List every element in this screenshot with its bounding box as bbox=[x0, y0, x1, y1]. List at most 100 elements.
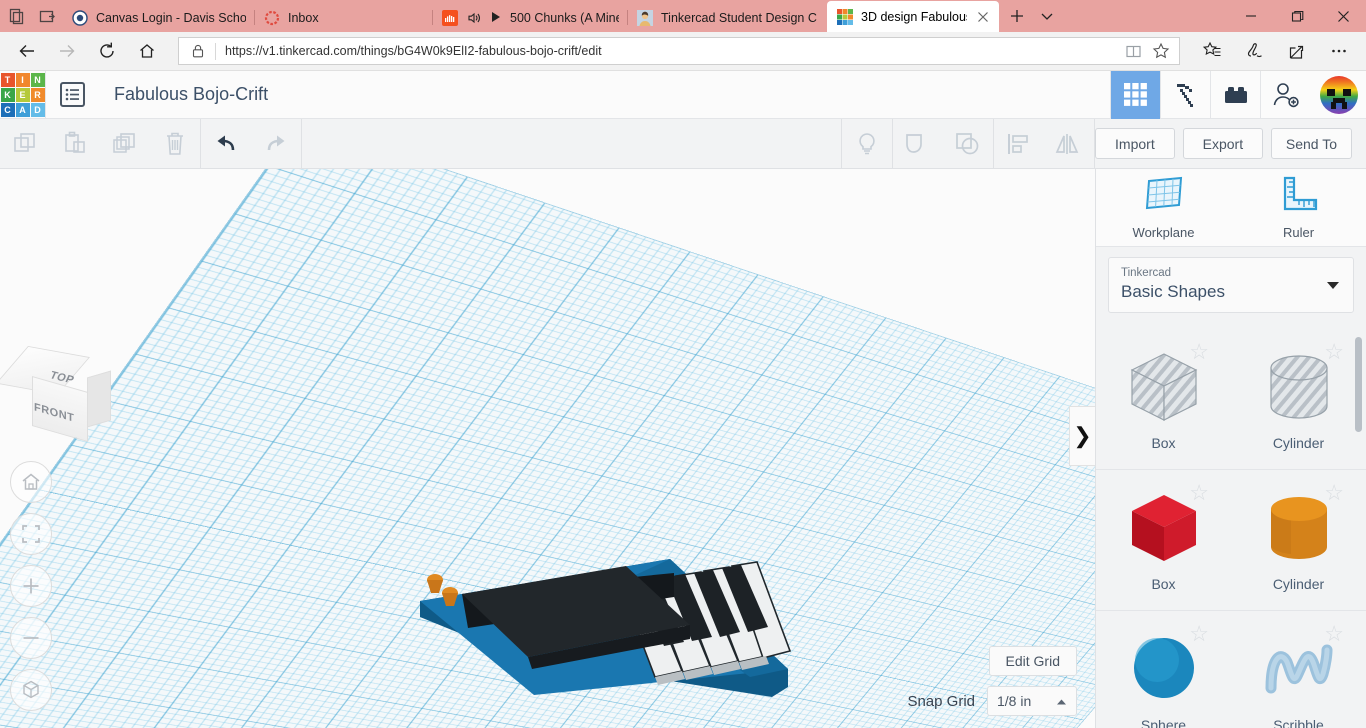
favorite-star-icon[interactable] bbox=[1147, 39, 1175, 63]
shape-grid[interactable]: ☆ Box ☆ Cylinder ☆ Box ☆ Cylinder ☆ Sphe… bbox=[1096, 325, 1366, 728]
favorite-star-icon[interactable]: ☆ bbox=[1324, 622, 1344, 645]
browser-tab-canvas[interactable]: Canvas Login - Davis Schoo bbox=[62, 3, 254, 32]
window-controls bbox=[1228, 0, 1366, 32]
browser-tab-strip[interactable]: Canvas Login - Davis Schoo Inbox 500 Chu… bbox=[62, 0, 999, 32]
favorite-star-icon[interactable]: ☆ bbox=[1324, 481, 1344, 504]
lightbulb-show-all-icon[interactable] bbox=[842, 119, 892, 169]
close-tab-icon[interactable] bbox=[975, 9, 991, 25]
perspective-toggle-icon[interactable] bbox=[10, 669, 52, 711]
ruler-tool[interactable]: Ruler bbox=[1231, 175, 1366, 240]
undo-icon[interactable] bbox=[201, 119, 251, 169]
logo-cell: A bbox=[15, 102, 30, 117]
browser-navigation-bar: https://v1.tinkercad.com/things/bG4W0k9E… bbox=[0, 32, 1366, 71]
favorites-hub-icon[interactable] bbox=[1194, 35, 1232, 67]
shape-item-solid-cylinder[interactable]: ☆ Cylinder bbox=[1231, 470, 1366, 610]
browser-tab-inbox[interactable]: Inbox bbox=[254, 3, 432, 32]
shape-library-select[interactable]: Tinkercad Basic Shapes bbox=[1108, 256, 1354, 313]
browser-tab-soundcloud[interactable]: 500 Chunks (A Minec bbox=[432, 3, 627, 32]
shape-label: Cylinder bbox=[1272, 434, 1325, 451]
favorite-star-icon[interactable]: ☆ bbox=[1189, 622, 1209, 645]
collapse-panel-button[interactable]: ❯ bbox=[1069, 406, 1095, 466]
shape-item-hole-cylinder[interactable]: ☆ Cylinder bbox=[1231, 329, 1366, 469]
group-icon[interactable] bbox=[893, 119, 943, 169]
logo-cell: N bbox=[30, 72, 45, 87]
mirror-flip-icon[interactable] bbox=[1044, 119, 1094, 169]
zoom-out-icon[interactable] bbox=[10, 617, 52, 659]
design-list-menu-button[interactable] bbox=[46, 71, 98, 119]
3d-viewport[interactable]: Workplane bbox=[0, 169, 1095, 728]
page-title[interactable]: Fabulous Bojo-Crift bbox=[114, 84, 268, 105]
shape-row: ☆ Sphere ☆ Scribble bbox=[1096, 611, 1366, 728]
codeblocks-pickaxe-icon[interactable] bbox=[1160, 70, 1210, 119]
viewport-nav-controls bbox=[10, 461, 52, 711]
shape-label: Scribble bbox=[1273, 716, 1324, 728]
url-text: https://v1.tinkercad.com/things/bG4W0k9E… bbox=[225, 44, 602, 58]
browser-tab-tinkercad-design[interactable]: 3D design Fabulous Boj bbox=[827, 1, 999, 32]
set-tabs-aside-icon[interactable] bbox=[39, 8, 56, 25]
user-avatar[interactable] bbox=[1320, 75, 1358, 114]
logo-cell: T bbox=[0, 72, 15, 87]
refresh-icon[interactable] bbox=[88, 35, 126, 67]
more-options-icon[interactable] bbox=[1320, 35, 1358, 67]
close-window-button[interactable] bbox=[1320, 0, 1366, 32]
view-cube-right-face[interactable] bbox=[87, 370, 111, 428]
logo-cell: I bbox=[15, 72, 30, 87]
shape-item-solid-box[interactable]: ☆ Box bbox=[1096, 470, 1231, 610]
browser-tab-tinkercad-contest[interactable]: Tinkercad Student Design C bbox=[627, 3, 827, 32]
paste-icon[interactable] bbox=[50, 119, 100, 169]
redo-icon[interactable] bbox=[251, 119, 301, 169]
workplane-grid-icon bbox=[1143, 175, 1185, 218]
header-action-icons bbox=[1110, 70, 1366, 119]
duplicate-icon[interactable] bbox=[100, 119, 150, 169]
import-button[interactable]: Import bbox=[1094, 128, 1175, 159]
tab-list-chevron-down-icon[interactable] bbox=[1033, 2, 1061, 30]
forward-icon[interactable] bbox=[48, 35, 86, 67]
maximize-window-button[interactable] bbox=[1274, 0, 1320, 32]
align-icon[interactable] bbox=[994, 119, 1044, 169]
minimize-window-button[interactable] bbox=[1228, 0, 1274, 32]
inbox-icon bbox=[264, 10, 280, 26]
audio-playing-icon[interactable] bbox=[466, 10, 482, 26]
shape-item-hole-box[interactable]: ☆ Box bbox=[1096, 329, 1231, 469]
address-bar[interactable]: https://v1.tinkercad.com/things/bG4W0k9E… bbox=[178, 37, 1180, 65]
tinkercad-logo[interactable]: T I N K E R C A D bbox=[0, 71, 45, 119]
grid-apps-icon[interactable] bbox=[1110, 70, 1160, 119]
favorite-star-icon[interactable]: ☆ bbox=[1324, 340, 1344, 363]
workplane-tool[interactable]: Workplane bbox=[1096, 175, 1231, 240]
view-orientation-cube[interactable]: TOP FRONT bbox=[0, 344, 111, 449]
blue-keyboard-piano-model[interactable] bbox=[398, 549, 798, 719]
reading-view-icon[interactable] bbox=[1119, 39, 1147, 63]
fit-to-view-icon[interactable] bbox=[10, 513, 52, 555]
delete-trash-icon[interactable] bbox=[150, 119, 200, 169]
share-icon[interactable] bbox=[1278, 35, 1316, 67]
favorite-star-icon[interactable]: ☆ bbox=[1189, 481, 1209, 504]
edit-grid-button[interactable]: Edit Grid bbox=[988, 646, 1077, 676]
back-icon[interactable] bbox=[8, 35, 46, 67]
snap-grid-select[interactable]: 1/8 in bbox=[987, 686, 1077, 716]
snap-grid-label: Snap Grid bbox=[907, 692, 975, 710]
send-to-button[interactable]: Send To bbox=[1270, 128, 1352, 159]
ruler-tool-label: Ruler bbox=[1282, 224, 1315, 240]
edit-actions-group bbox=[0, 119, 200, 169]
tab-title: 500 Chunks (A Minec bbox=[510, 10, 619, 25]
new-tab-icon[interactable] bbox=[1003, 2, 1031, 30]
shape-item-scribble[interactable]: ☆ Scribble bbox=[1231, 611, 1366, 728]
shape-label: Box bbox=[1151, 575, 1176, 592]
favorite-star-icon[interactable]: ☆ bbox=[1189, 340, 1209, 363]
object-actions-group bbox=[842, 118, 1094, 169]
tab-preview-icon[interactable] bbox=[8, 8, 25, 25]
shape-label: Sphere bbox=[1140, 716, 1187, 728]
home-view-icon[interactable] bbox=[10, 461, 52, 503]
copy-icon[interactable] bbox=[0, 119, 50, 169]
home-icon[interactable] bbox=[128, 35, 166, 67]
shape-item-sphere[interactable]: ☆ Sphere bbox=[1096, 611, 1231, 728]
export-button[interactable]: Export bbox=[1182, 128, 1263, 159]
list-menu-icon bbox=[59, 82, 85, 107]
blocks-brick-icon[interactable] bbox=[1210, 70, 1260, 119]
add-user-icon[interactable] bbox=[1260, 70, 1310, 119]
workplane-tool-label: Workplane bbox=[1132, 224, 1195, 240]
ungroup-icon[interactable] bbox=[943, 119, 993, 169]
tab-title: 3D design Fabulous Boj bbox=[861, 9, 967, 24]
zoom-in-icon[interactable] bbox=[10, 565, 52, 607]
web-notes-icon[interactable] bbox=[1236, 35, 1274, 67]
